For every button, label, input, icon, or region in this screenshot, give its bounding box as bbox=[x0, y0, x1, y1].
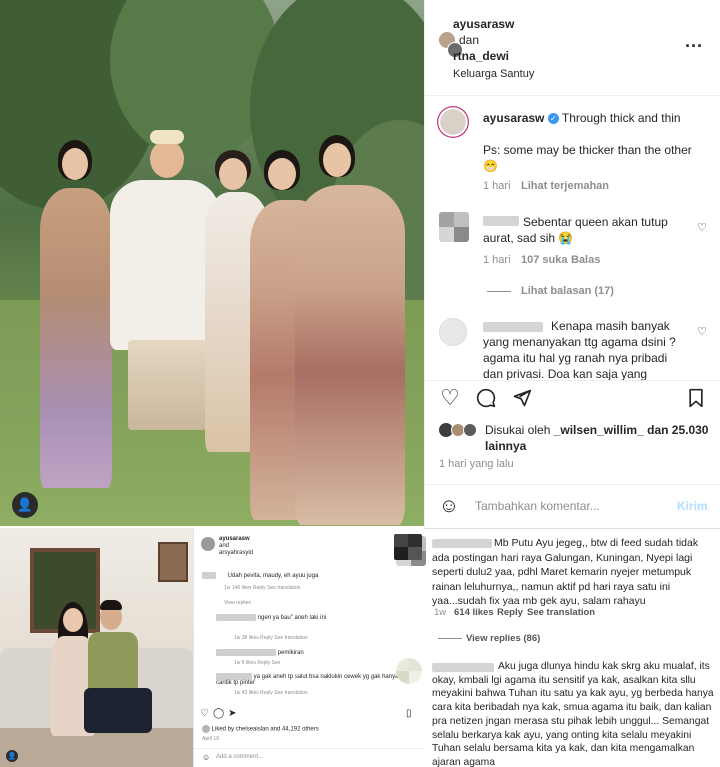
caption-text-2: Ps: some may be thicker than the other 😁 bbox=[483, 143, 692, 173]
divider bbox=[425, 380, 720, 381]
comment-1-text: Sebentar queen akan tutup aurat, sad sih… bbox=[483, 215, 668, 245]
header-joiner: dan bbox=[459, 33, 480, 47]
bottom-comment-1-time: 1w bbox=[434, 607, 447, 618]
comment-like-icon[interactable]: ♡ bbox=[695, 324, 709, 338]
divider bbox=[438, 638, 462, 639]
embed-avatar bbox=[201, 537, 215, 551]
embedded-comments-screenshot: ayusarasw and arsyahrasyid ⋯ Udah pevita… bbox=[193, 528, 423, 767]
post-photo[interactable]: 👤 bbox=[0, 0, 424, 526]
bottom-comment-1-text: Mb Putu Ayu jegeg,, btw di feed sudah ti… bbox=[432, 537, 699, 607]
bottom-comment-2-text: Aku juga dlunya hindu kak skrg aku muala… bbox=[432, 661, 714, 767]
embed-comment-3: pemikiran bbox=[216, 649, 417, 656]
embed-username: ayusarasw bbox=[219, 536, 250, 542]
tagged-user-icon[interactable]: 👤 bbox=[12, 492, 38, 518]
post-header: ayusarasw dan rtna_dewi Keluarga Santuy … bbox=[425, 0, 720, 96]
embed-comment-4: ya gak aneh tp salut bsa naklukin cewek … bbox=[216, 673, 399, 687]
man-shirt bbox=[88, 632, 138, 692]
embed-comment-2: ngeri ya bau" aneh laki ini bbox=[216, 614, 417, 621]
header-location[interactable]: Keluarga Santuy bbox=[453, 66, 534, 82]
bottom-comment-1-likes[interactable]: 614 likes bbox=[454, 605, 494, 621]
comment-1-reply[interactable]: Balas bbox=[571, 252, 600, 268]
liker-avatar[interactable] bbox=[463, 423, 477, 437]
embed-comment-1-meta: 1w 146 likes Reply See translation bbox=[224, 585, 301, 591]
comment-like-icon[interactable]: ♡ bbox=[695, 220, 709, 234]
floor bbox=[0, 728, 193, 767]
couple-photo: 👤 bbox=[0, 528, 193, 767]
comment-1-time: 1 hari bbox=[483, 254, 511, 266]
embed-action-icons[interactable]: ♡◯➤ bbox=[200, 708, 417, 719]
post-time: 1 hari yang lalu bbox=[439, 458, 514, 470]
man-pants bbox=[84, 688, 152, 733]
embed-comment-2-meta: 1w 38 likes Reply See translation bbox=[234, 635, 308, 641]
verified-badge-icon: ✓ bbox=[547, 113, 559, 125]
liked-by-user[interactable]: _wilsen_willim_ bbox=[554, 423, 644, 437]
woman-head bbox=[63, 608, 83, 632]
comment-2-clip: Kenapa masih banyak yang menanyakan ttg … bbox=[483, 318, 689, 380]
embed-joiner: and bbox=[219, 543, 230, 549]
divider bbox=[424, 528, 720, 529]
post-comment-button[interactable]: Kirim bbox=[677, 498, 708, 514]
bottom-comment-1-translate[interactable]: See translation bbox=[527, 605, 595, 621]
commenter-avatar-pixel[interactable] bbox=[394, 534, 422, 560]
divider bbox=[194, 748, 423, 749]
emoji-icon[interactable]: ☺ bbox=[437, 494, 461, 518]
caption-text: Through thick and thin bbox=[561, 111, 681, 125]
embed-comment-4-meta: 1w 43 likes Reply See translation bbox=[234, 690, 308, 696]
liked-by: Disukai oleh _wilsen_willim_ dan 25.030 … bbox=[485, 423, 709, 453]
embed-bookmark-icon[interactable]: ▯ bbox=[406, 708, 417, 719]
picture-frame bbox=[158, 542, 188, 582]
embed-liked-by: Liked by chelseaislan and 44,192 others bbox=[202, 725, 417, 733]
man-hair bbox=[100, 600, 122, 610]
more-horizontal-icon[interactable]: ··· bbox=[681, 36, 707, 56]
caption-line: ayusarasw ✓ Through thick and thin bbox=[483, 110, 711, 126]
divider bbox=[425, 484, 720, 485]
comment-1-view-replies[interactable]: Lihat balasan (17) bbox=[521, 283, 614, 299]
commenter-avatar-1[interactable] bbox=[439, 212, 469, 242]
caption-time: 1 hari bbox=[483, 180, 511, 192]
caption-avatar[interactable] bbox=[437, 106, 469, 138]
extra-comments: Mb Putu Ayu jegeg,, btw di feed sudah ti… bbox=[394, 528, 720, 767]
commenter-avatar-2[interactable] bbox=[439, 318, 467, 346]
embed-comment-3-meta: 1w 8 likes Reply See bbox=[234, 660, 281, 666]
bottom-comment-1-view-replies[interactable]: View replies (86) bbox=[466, 631, 540, 647]
embed-date: April 19 bbox=[202, 736, 219, 742]
embed-add-comment[interactable]: Add a comment... bbox=[216, 754, 417, 760]
embed-comment-1: Udah pevita, maudy, eh ayuu juga bbox=[202, 572, 417, 579]
like-icon[interactable]: ♡ bbox=[437, 385, 463, 410]
header-user-1[interactable]: ayusarasw bbox=[453, 16, 514, 32]
caption-translate[interactable]: Lihat terjemahan bbox=[521, 178, 609, 194]
bookmark-icon[interactable] bbox=[683, 386, 709, 410]
caption-username[interactable]: ayusarasw bbox=[483, 111, 544, 125]
add-comment-input[interactable]: Tambahkan komentar... bbox=[475, 498, 600, 514]
bottom-comment-1-reply[interactable]: Reply bbox=[497, 605, 523, 621]
embed-view-replies[interactable]: View replies bbox=[224, 600, 417, 606]
comment-2-text: Kenapa masih banyak yang menanyakan ttg … bbox=[483, 319, 676, 380]
embed-user2: arsyahrasyid bbox=[219, 550, 254, 556]
commenter-avatar-4[interactable] bbox=[396, 658, 422, 684]
tagged-user-icon[interactable]: 👤 bbox=[6, 750, 18, 762]
comment-icon[interactable] bbox=[473, 386, 499, 410]
share-icon[interactable] bbox=[509, 386, 535, 410]
header-user-2[interactable]: rtna_dewi bbox=[453, 48, 509, 64]
divider bbox=[487, 291, 511, 292]
comment-1-likes[interactable]: 107 suka bbox=[521, 252, 567, 268]
